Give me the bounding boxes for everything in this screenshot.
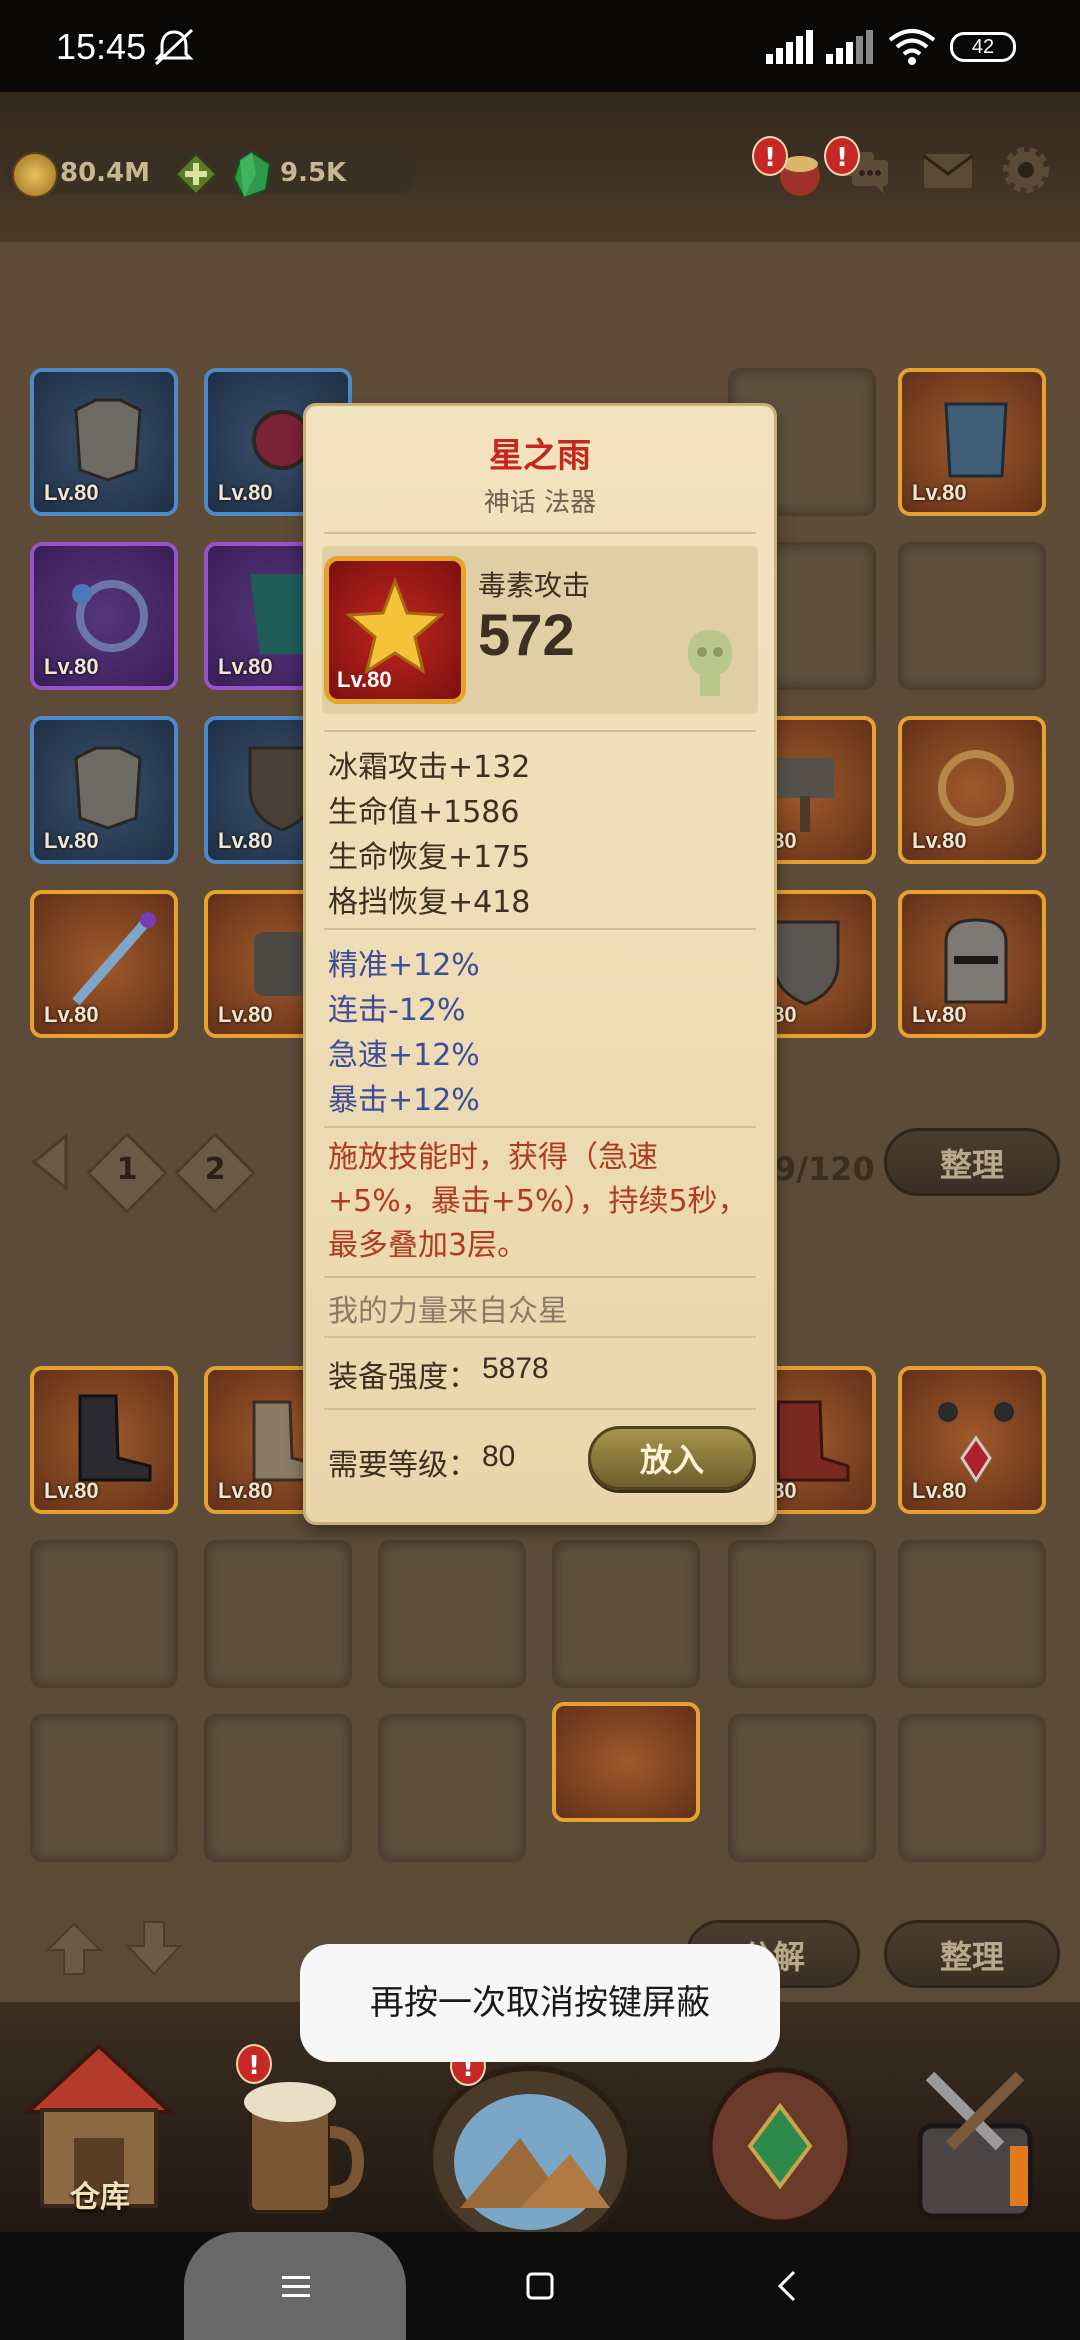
divider [324,532,756,534]
portal-icon [427,2065,633,2232]
necklace-icon [938,1402,1014,1483]
menu-icon[interactable] [264,2254,328,2318]
armor-icon [74,746,142,830]
equipped-slot-empty[interactable] [30,1540,178,1688]
nav-warehouse[interactable]: 仓库 [10,2042,190,2232]
equipped-slot-empty[interactable] [728,1540,876,1688]
alert-badge-icon: ! [752,136,788,176]
equipped-slot-empty[interactable] [204,1540,352,1688]
nav-tavern[interactable]: ! [206,2042,386,2232]
nav-forge[interactable] [880,2042,1060,2232]
required-level-value: 80 [482,1440,516,1473]
equipped-slot-empty[interactable] [552,1540,700,1688]
wifi-icon [888,29,936,65]
sword-icon [72,912,156,1006]
inventory-slot[interactable]: Lv.80 [898,890,1046,1038]
equipped-slot-empty[interactable] [30,1714,178,1862]
base-stat: 生命恢复+175 [328,840,531,875]
back-icon[interactable] [756,2254,820,2318]
equip-button[interactable]: 放入 [588,1426,756,1490]
signal-icon-2 [826,30,873,64]
inventory-slot-empty[interactable] [898,542,1046,690]
base-stat: 格挡恢复+418 [328,885,531,920]
nav-adventure[interactable]: ! [410,2042,650,2232]
base-stat: 生命值+1586 [328,795,520,830]
equipped-slot-empty[interactable] [728,1714,876,1862]
nav-guild[interactable] [690,2042,870,2232]
inventory-slot[interactable]: Lv.80 [30,542,178,690]
equipped-slot[interactable]: Lv.80 [898,1366,1046,1514]
gem-icon [232,150,272,200]
sort-button[interactable]: 整理 [884,1128,1060,1196]
sort-button-bottom[interactable]: 整理 [884,1920,1060,1988]
item-icon: Lv.80 [324,556,466,704]
home-icon[interactable] [508,2254,572,2318]
equipped-slot-empty[interactable] [204,1714,352,1862]
ring-icon [938,750,1014,826]
item-name: 星之雨 [489,436,591,476]
artifact-slot[interactable] [552,1702,700,1822]
secondary-stat: 暴击+12% [328,1083,480,1118]
poison-skull-icon [688,630,732,696]
toast-message: 再按一次取消按键屏蔽 [300,1944,780,2062]
coin-value: 80.4M [60,158,151,188]
equipped-slot-empty[interactable] [898,1714,1046,1862]
inventory-slot[interactable]: Lv.80 [30,716,178,864]
helmet-icon [944,918,1008,1004]
inventory-slot[interactable]: Lv.80 [30,368,178,516]
power-label: 装备强度： [328,1360,478,1395]
clock: 15:45 [56,26,147,67]
scroll-down-arrow-icon[interactable] [124,1918,184,1978]
skill-description: 施放技能时，获得（急速+5%，暴击+5%），持续5秒，最多叠加3层。 [328,1140,748,1263]
nav-warehouse-label: 仓库 [70,2180,130,2215]
page-prev-arrow-icon[interactable] [20,1132,80,1192]
inventory-capacity: 9/120 [774,1150,875,1188]
secondary-stat: 急速+12% [328,1038,480,1073]
game-screen: 80.4M 9.5K ! ! Lv.80 Lv.80 Lv.80 Lv.80 L… [0,92,1080,2232]
boots-icon [78,1394,152,1482]
coin-icon [12,152,58,198]
secondary-stat: 连击-12% [328,993,466,1028]
signal-icon [766,30,813,64]
equipped-slot-empty[interactable] [898,1540,1046,1688]
armor-icon [74,398,142,482]
main-stat-label: 毒素攻击 [478,569,591,602]
page-1-label: 1 [116,1152,138,1187]
battery-indicator: 42 [950,32,1016,62]
alert-badge-icon: ! [824,136,860,176]
add-coin-icon[interactable] [174,152,218,196]
settings-gear-icon[interactable] [998,142,1054,198]
item-detail-card: 星之雨 神话 法器 Lv.80 毒素攻击 572 冰霜攻击+132 生命值+15… [306,406,774,1522]
item-type: 神话 法器 [483,488,597,518]
scroll-up-arrow-icon[interactable] [44,1918,104,1978]
mail-icon[interactable] [920,142,976,198]
secondary-stat: 精准+12% [328,948,480,983]
equipped-slot[interactable]: Lv.80 [30,1366,178,1514]
equipped-slot-empty[interactable] [378,1540,526,1688]
base-stat: 冰霜攻击+132 [328,750,531,785]
star-icon [345,576,445,675]
inventory-slot[interactable]: Lv.80 [30,890,178,1038]
flavor-text: 我的力量来自众星 [328,1294,568,1329]
chestplate-icon [944,402,1008,478]
beer-mug-icon [244,2082,365,2214]
status-bar: 15:45 42 [0,0,1080,92]
inventory-slot[interactable]: Lv.80 [898,716,1046,864]
guild-crest-icon [707,2067,853,2225]
gem-value: 9.5K [280,158,347,188]
resource-bar: 80.4M 9.5K ! ! [0,92,1080,242]
mute-icon [154,28,194,66]
alert-badge-icon: ! [236,2044,272,2084]
main-stat-value: 572 [478,603,575,668]
inventory-slot[interactable]: Lv.80 [898,368,1046,516]
forge-icon [917,2071,1033,2219]
system-nav-bar [0,2232,1080,2340]
page-2-label: 2 [204,1152,226,1187]
required-level-label: 需要等级： [328,1448,478,1483]
equipped-slot-empty[interactable] [378,1714,526,1862]
ring-icon [72,580,148,652]
power-value: 5878 [482,1352,549,1385]
